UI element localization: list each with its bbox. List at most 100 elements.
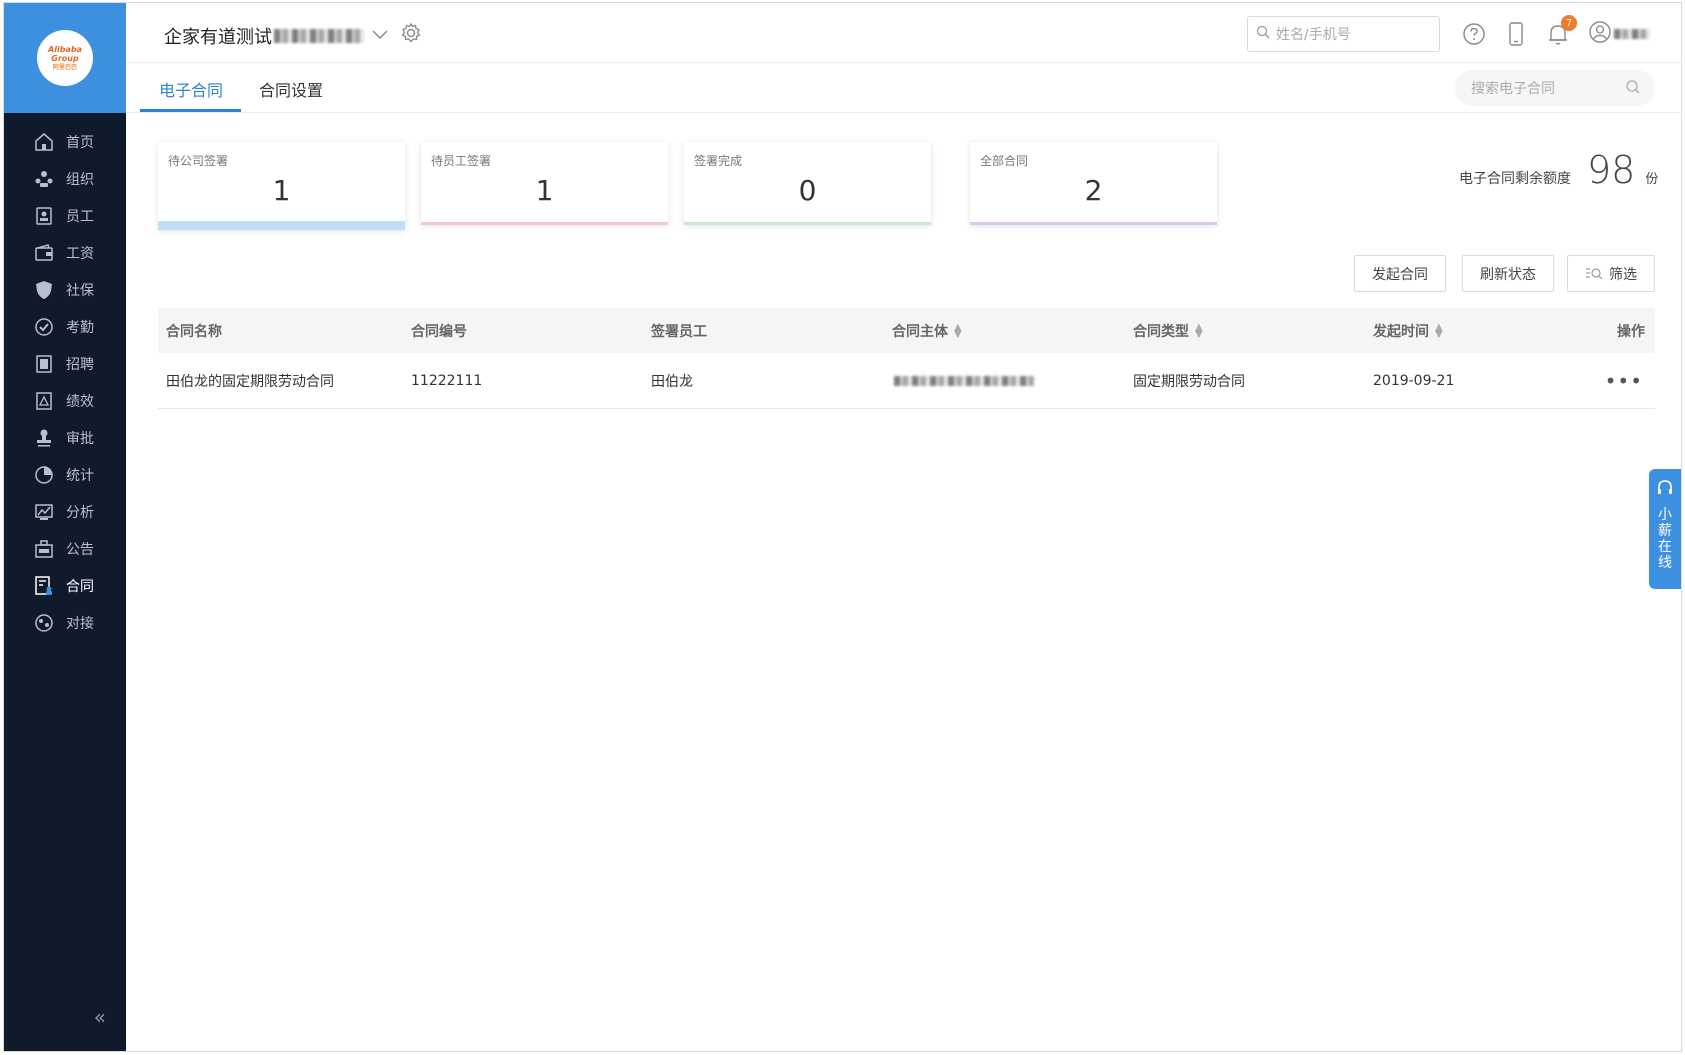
sidebar-item[interactable]: 审批	[4, 419, 126, 456]
sidebar-item[interactable]: 组织	[4, 160, 126, 197]
sidebar-item-label: 对接	[66, 615, 94, 632]
quota-unit: 份	[1645, 172, 1659, 187]
sidebar-item[interactable]: 统计	[4, 456, 126, 493]
table-row[interactable]: 田伯龙的固定期限劳动合同 11222111 田伯龙 固定期限劳动合同 2019-…	[158, 353, 1655, 409]
sidebar-item-label: 招聘	[66, 356, 94, 373]
contract-icon	[34, 575, 54, 596]
mobile-icon[interactable]	[1503, 21, 1529, 47]
sidebar-item[interactable]: 考勤	[4, 308, 126, 345]
sidebar-item-label: 首页	[66, 134, 94, 151]
stat-card-completed[interactable]: 签署完成 0	[684, 142, 931, 225]
collapse-sidebar-icon[interactable]: «	[94, 1005, 106, 1029]
header-contract-type-label: 合同类型	[1133, 323, 1189, 340]
help-icon[interactable]	[1461, 21, 1487, 47]
employee-icon	[34, 206, 54, 226]
employee-search-placeholder: 姓名/手机号	[1276, 27, 1351, 43]
sidebar-item[interactable]: 工资	[4, 234, 126, 271]
online-help-button[interactable]: 小薪在线	[1649, 469, 1681, 589]
contract-search-placeholder: 搜索电子合同	[1471, 81, 1555, 97]
stat-label: 待员工签署	[431, 154, 492, 168]
cell-contract-name[interactable]: 田伯龙的固定期限劳动合同	[166, 371, 334, 391]
company-name-redacted	[274, 28, 364, 43]
check-icon	[34, 317, 54, 337]
search-icon[interactable]	[1625, 79, 1641, 99]
sidebar-item-label: 公告	[66, 541, 94, 558]
shield-icon	[34, 280, 54, 300]
cell-contract-party	[892, 375, 1034, 386]
quota-label: 电子合同剩余额度	[1459, 171, 1571, 187]
company-logo[interactable]: Alibaba Group 阿里巴巴	[37, 30, 93, 86]
sidebar-item[interactable]: 公告	[4, 530, 126, 567]
tab-active-indicator	[140, 109, 241, 112]
sidebar-item-label: 工资	[66, 245, 94, 262]
header-contract-party[interactable]: 合同主体 ▲ ▼	[892, 321, 962, 341]
logo-sub: 阿里巴巴	[52, 63, 77, 71]
sidebar-item-label: 统计	[66, 467, 94, 484]
stat-card-pending-company[interactable]: 待公司签署 1	[158, 142, 405, 230]
sidebar-item-label: 分析	[66, 504, 94, 521]
cell-signing-employee: 田伯龙	[651, 373, 693, 390]
contract-table: 合同名称 合同编号 签署员工 合同主体 ▲ ▼ 合同类型 ▲ ▼ 发起时间 ▲ ▼ 操…	[158, 308, 1655, 409]
chevron-down-icon	[372, 28, 388, 44]
header-start-time[interactable]: 发起时间 ▲ ▼	[1373, 321, 1443, 341]
sidebar-item[interactable]: 绩效	[4, 382, 126, 419]
sidebar: Alibaba Group 阿里巴巴 首页组织员工工资社保考勤招聘绩效审批统计分析…	[4, 3, 126, 1051]
topbar: 企家有道测试 姓名/手机号 7	[126, 3, 1681, 63]
search-icon	[1256, 25, 1270, 43]
sort-icon: ▲ ▼	[1195, 321, 1203, 340]
stat-card-all[interactable]: 全部合同 2	[970, 142, 1217, 225]
sidebar-item-label: 组织	[66, 171, 94, 188]
table-header: 合同名称 合同编号 签署员工 合同主体 ▲ ▼ 合同类型 ▲ ▼ 发起时间 ▲ ▼ 操…	[158, 308, 1655, 353]
header-contract-type[interactable]: 合同类型 ▲ ▼	[1133, 321, 1203, 341]
pie-icon	[34, 465, 54, 485]
start-contract-button[interactable]: 发起合同	[1354, 255, 1446, 292]
gear-icon[interactable]	[400, 22, 422, 49]
sidebar-item[interactable]: 员工	[4, 197, 126, 234]
sidebar-item[interactable]: 招聘	[4, 345, 126, 382]
sidebar-item[interactable]: 社保	[4, 271, 126, 308]
sidebar-item-label: 绩效	[66, 393, 94, 410]
recruit-icon	[34, 354, 54, 374]
sidebar-item[interactable]: 对接	[4, 604, 126, 641]
sidebar-item-label: 审批	[66, 430, 94, 447]
stat-card-pending-employee[interactable]: 待员工签署 1	[421, 142, 668, 225]
refresh-status-button[interactable]: 刷新状态	[1462, 255, 1554, 292]
user-menu[interactable]	[1587, 21, 1651, 47]
cell-start-time: 2019-09-21	[1373, 372, 1455, 389]
contract-search-input[interactable]: 搜索电子合同	[1455, 70, 1655, 106]
app-window: Alibaba Group 阿里巴巴 首页组织员工工资社保考勤招聘绩效审批统计分析…	[3, 2, 1682, 1052]
connect-icon	[34, 613, 54, 633]
analysis-icon	[34, 502, 54, 522]
logo-text: Alibaba Group	[48, 44, 82, 63]
header-signing-employee: 签署员工	[651, 323, 707, 340]
stat-value: 0	[798, 174, 817, 207]
tab-contract-settings[interactable]: 合同设置	[259, 77, 323, 101]
more-actions-icon[interactable]: •••	[1605, 369, 1643, 393]
company-name: 企家有道测试	[164, 26, 272, 48]
contract-quota: 电子合同剩余额度 98 份	[1459, 148, 1658, 192]
sidebar-item-label: 合同	[66, 578, 94, 595]
sidebar-item[interactable]: 分析	[4, 493, 126, 530]
quota-value: 98	[1587, 148, 1636, 192]
logo-area: Alibaba Group 阿里巴巴	[4, 3, 126, 113]
filter-button[interactable]: 筛选	[1567, 255, 1655, 292]
bell-icon[interactable]: 7	[1545, 15, 1577, 47]
stat-label: 全部合同	[980, 154, 1029, 168]
header-actions: 操作	[1617, 323, 1645, 340]
employee-search-input[interactable]: 姓名/手机号	[1247, 16, 1440, 52]
tab-electronic-contract[interactable]: 电子合同	[159, 77, 223, 101]
header-contract-name: 合同名称	[166, 323, 222, 340]
company-switcher[interactable]: 企家有道测试	[164, 22, 422, 49]
headset-icon	[1656, 479, 1674, 501]
sidebar-item-label: 员工	[66, 208, 94, 225]
stat-value: 1	[535, 174, 554, 207]
sort-icon: ▲ ▼	[1435, 321, 1443, 340]
sort-icon: ▲ ▼	[954, 321, 962, 340]
sidebar-item-label: 社保	[66, 282, 94, 299]
stat-value: 2	[1084, 174, 1103, 207]
sidebar-item[interactable]: 首页	[4, 123, 126, 160]
notification-badge: 7	[1561, 15, 1577, 31]
sidebar-item[interactable]: 合同	[4, 567, 126, 604]
filter-label: 筛选	[1609, 266, 1637, 283]
notice-icon	[34, 539, 54, 559]
